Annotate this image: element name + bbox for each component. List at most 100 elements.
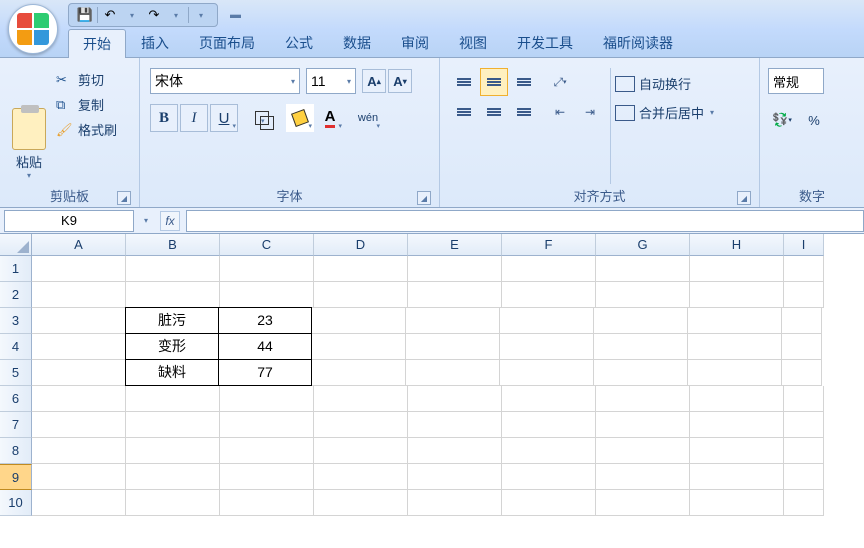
cell-A8[interactable] (32, 438, 126, 464)
save-button[interactable]: 💾 (75, 5, 95, 25)
cut-button[interactable]: ✂剪切 (56, 70, 117, 89)
cell-F2[interactable] (502, 282, 596, 308)
font-color-button[interactable]: A▾ (316, 104, 344, 132)
cell-H4[interactable] (688, 334, 782, 360)
col-header-F[interactable]: F (502, 234, 596, 256)
col-header-H[interactable]: H (690, 234, 784, 256)
increase-indent-button[interactable]: ⇥ (576, 98, 604, 126)
col-header-C[interactable]: C (220, 234, 314, 256)
cell-A5[interactable] (32, 360, 126, 386)
align-center-button[interactable] (480, 98, 508, 126)
tab-7[interactable]: 开发工具 (502, 28, 588, 57)
cell-B1[interactable] (126, 256, 220, 282)
border-button[interactable]: ▾ (248, 104, 276, 132)
phonetic-button[interactable]: wén▾ (354, 104, 382, 132)
cell-I1[interactable] (784, 256, 824, 282)
cell-G7[interactable] (596, 412, 690, 438)
number-format-select[interactable]: 常规 (768, 68, 824, 94)
cell-G3[interactable] (594, 308, 688, 334)
tab-5[interactable]: 审阅 (386, 28, 444, 57)
cell-H9[interactable] (690, 464, 784, 490)
cell-I4[interactable] (782, 334, 822, 360)
cell-E1[interactable] (408, 256, 502, 282)
decrease-indent-button[interactable]: ⇤ (546, 98, 574, 126)
format-painter-button[interactable]: 🖌格式刷 (56, 120, 117, 139)
cell-F1[interactable] (502, 256, 596, 282)
cell-G4[interactable] (594, 334, 688, 360)
formula-input[interactable] (186, 210, 864, 232)
cell-G6[interactable] (596, 386, 690, 412)
cell-G2[interactable] (596, 282, 690, 308)
cell-A9[interactable] (32, 464, 126, 490)
cell-H5[interactable] (688, 360, 782, 386)
italic-button[interactable]: I (180, 104, 208, 132)
tab-1[interactable]: 插入 (126, 28, 184, 57)
cell-D8[interactable] (314, 438, 408, 464)
cell-H3[interactable] (688, 308, 782, 334)
col-header-D[interactable]: D (314, 234, 408, 256)
cell-I10[interactable] (784, 490, 824, 516)
redo-dropdown[interactable]: ▾ (166, 5, 186, 25)
row-header-3[interactable]: 3 (0, 308, 32, 334)
undo-dropdown[interactable]: ▾ (122, 5, 142, 25)
cell-D1[interactable] (314, 256, 408, 282)
cell-B10[interactable] (126, 490, 220, 516)
col-header-I[interactable]: I (784, 234, 824, 256)
cell-F5[interactable] (500, 360, 594, 386)
row-header-4[interactable]: 4 (0, 334, 32, 360)
cell-D7[interactable] (314, 412, 408, 438)
cell-E3[interactable] (406, 308, 500, 334)
cell-G5[interactable] (594, 360, 688, 386)
cell-E6[interactable] (408, 386, 502, 412)
clipboard-dialog-launcher[interactable]: ◢ (117, 191, 131, 205)
cell-C5[interactable]: 77 (218, 359, 312, 386)
cell-I5[interactable] (782, 360, 822, 386)
cell-F7[interactable] (502, 412, 596, 438)
cell-D4[interactable] (312, 334, 406, 360)
cell-I7[interactable] (784, 412, 824, 438)
cell-A3[interactable] (32, 308, 126, 334)
cell-E10[interactable] (408, 490, 502, 516)
redo-button[interactable]: ↷ (144, 5, 164, 25)
cell-C8[interactable] (220, 438, 314, 464)
cell-B8[interactable] (126, 438, 220, 464)
tab-8[interactable]: 福昕阅读器 (588, 28, 688, 57)
paste-button[interactable]: 粘贴 ▾ (6, 62, 52, 184)
cell-H6[interactable] (690, 386, 784, 412)
tab-3[interactable]: 公式 (270, 28, 328, 57)
cell-G8[interactable] (596, 438, 690, 464)
cell-C9[interactable] (220, 464, 314, 490)
cell-A7[interactable] (32, 412, 126, 438)
tab-0[interactable]: 开始 (68, 29, 126, 58)
tab-6[interactable]: 视图 (444, 28, 502, 57)
cell-C1[interactable] (220, 256, 314, 282)
cell-F10[interactable] (502, 490, 596, 516)
cell-G10[interactable] (596, 490, 690, 516)
cells-area[interactable]: 脏污23变形44缺料77 (32, 256, 824, 516)
cell-E2[interactable] (408, 282, 502, 308)
paste-dropdown[interactable]: ▾ (27, 171, 31, 180)
cell-B6[interactable] (126, 386, 220, 412)
cell-H10[interactable] (690, 490, 784, 516)
undo-button[interactable]: ↶ (100, 5, 120, 25)
currency-button[interactable]: 💱▾ (768, 106, 796, 134)
cell-A1[interactable] (32, 256, 126, 282)
align-middle-button[interactable] (480, 68, 508, 96)
cell-D3[interactable] (312, 308, 406, 334)
cell-E7[interactable] (408, 412, 502, 438)
tab-4[interactable]: 数据 (328, 28, 386, 57)
underline-button[interactable]: U▾ (210, 104, 238, 132)
shrink-font-button[interactable]: A▾ (388, 69, 412, 93)
font-name-select[interactable]: 宋体▾ (150, 68, 300, 94)
align-bottom-button[interactable] (510, 68, 538, 96)
cell-D10[interactable] (314, 490, 408, 516)
row-header-5[interactable]: 5 (0, 360, 32, 386)
cell-A4[interactable] (32, 334, 126, 360)
row-header-1[interactable]: 1 (0, 256, 32, 282)
col-header-B[interactable]: B (126, 234, 220, 256)
cell-D5[interactable] (312, 360, 406, 386)
col-header-E[interactable]: E (408, 234, 502, 256)
cell-G1[interactable] (596, 256, 690, 282)
office-button[interactable] (8, 4, 58, 54)
cell-H7[interactable] (690, 412, 784, 438)
